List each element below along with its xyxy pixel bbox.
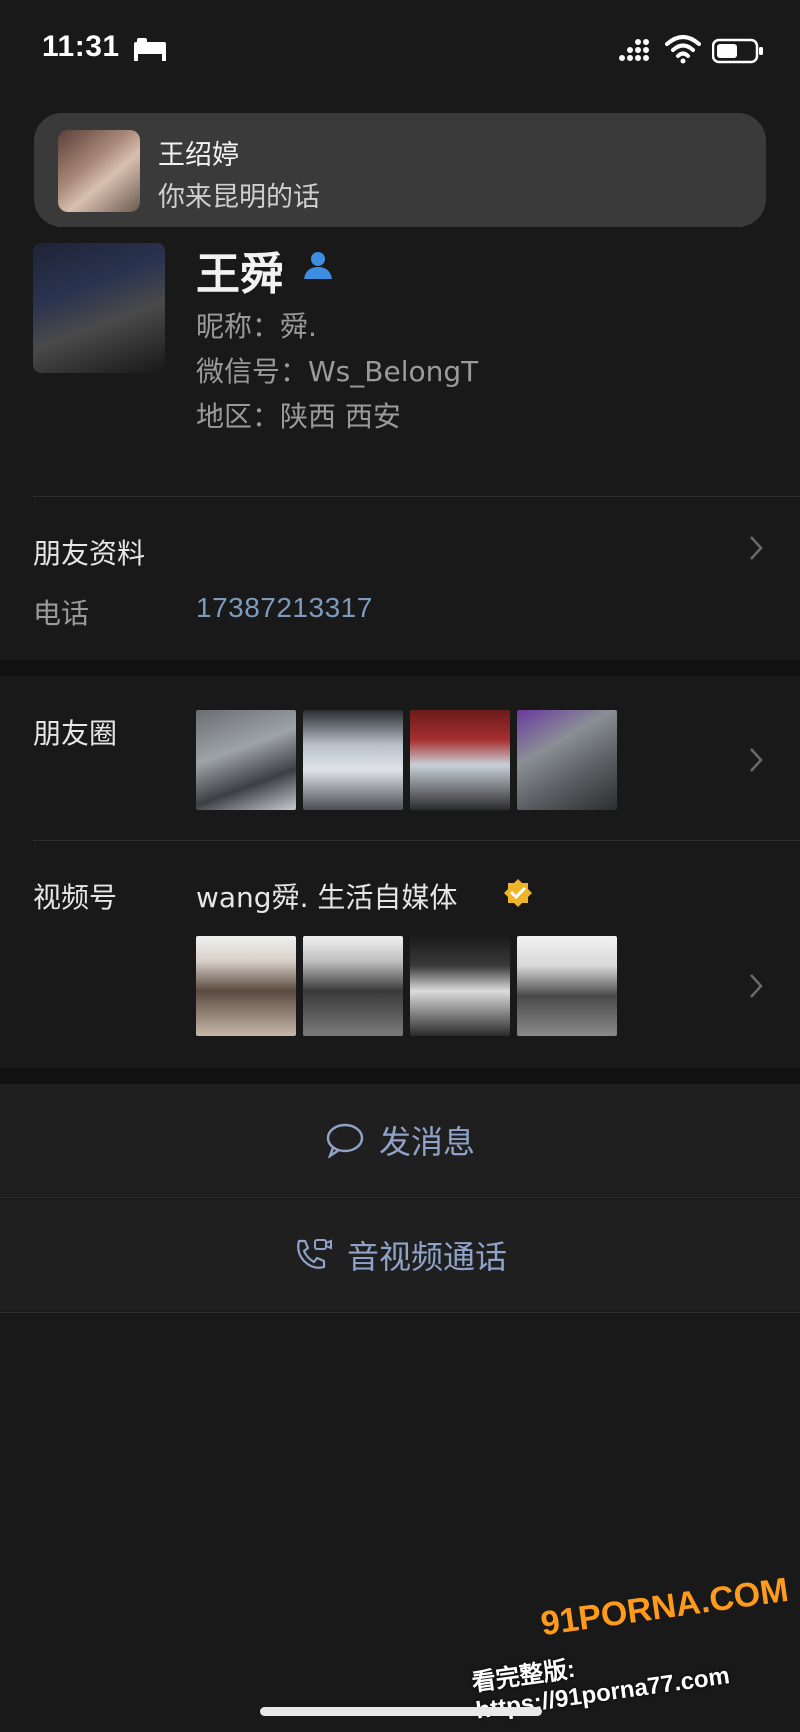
divider	[33, 496, 800, 497]
notification-sender: 王绍婷	[158, 140, 239, 171]
profile-avatar[interactable]	[33, 243, 165, 373]
wifi-icon	[665, 35, 701, 64]
home-indicator[interactable]	[260, 1707, 542, 1716]
channels-label[interactable]: 视频号	[33, 876, 117, 916]
profile-nickname: 昵称：舜.	[196, 310, 317, 343]
sleep-focus-icon	[134, 38, 166, 61]
moments-photo-strip[interactable]	[196, 710, 617, 810]
profile-name: 王舜	[196, 249, 284, 300]
contact-person-icon	[304, 252, 332, 279]
divider	[0, 1197, 800, 1198]
cellular-signal-icon	[619, 39, 649, 61]
chevron-right-icon[interactable]	[748, 972, 764, 1000]
chevron-right-icon[interactable]	[748, 746, 764, 774]
phone-number-link[interactable]: 17387213317	[196, 592, 373, 624]
chat-bubble-icon	[326, 1123, 364, 1158]
message-notification-banner[interactable]: 王绍婷 你来昆明的话	[34, 113, 766, 227]
divider	[0, 1312, 800, 1313]
channel-video-strip[interactable]	[196, 936, 617, 1036]
notification-message: 你来昆明的话	[158, 182, 320, 213]
profile-region: 地区：陕西 西安	[196, 400, 401, 433]
channel-video-thumb[interactable]	[196, 936, 296, 1036]
send-message-button[interactable]: 发消息	[0, 1084, 800, 1196]
section-separator	[0, 1068, 800, 1084]
av-call-button[interactable]: 音视频通话	[0, 1199, 800, 1311]
moments-photo[interactable]	[196, 710, 296, 810]
friend-info-label[interactable]: 朋友资料	[33, 532, 145, 572]
av-call-label: 音视频通话	[346, 1238, 507, 1276]
verified-badge-icon	[504, 879, 532, 907]
profile-wechat-id: 微信号：Ws_BelongT	[196, 355, 479, 388]
moments-label[interactable]: 朋友圈	[33, 712, 117, 752]
battery-icon	[712, 38, 763, 64]
phone-video-icon	[297, 1239, 332, 1269]
moments-photo[interactable]	[303, 710, 403, 810]
section-separator	[0, 660, 800, 676]
divider	[33, 840, 800, 841]
status-time: 11:31	[42, 30, 120, 63]
channel-video-thumb[interactable]	[410, 936, 510, 1036]
channel-video-thumb[interactable]	[517, 936, 617, 1036]
sender-avatar	[58, 130, 140, 212]
chevron-right-icon[interactable]	[748, 534, 764, 562]
channel-name[interactable]: wang舜. 生活自媒体	[196, 876, 457, 916]
moments-photo[interactable]	[410, 710, 510, 810]
phone-label: 电话	[33, 597, 90, 630]
send-message-label: 发消息	[378, 1123, 475, 1161]
moments-photo[interactable]	[517, 710, 617, 810]
channel-video-thumb[interactable]	[303, 936, 403, 1036]
